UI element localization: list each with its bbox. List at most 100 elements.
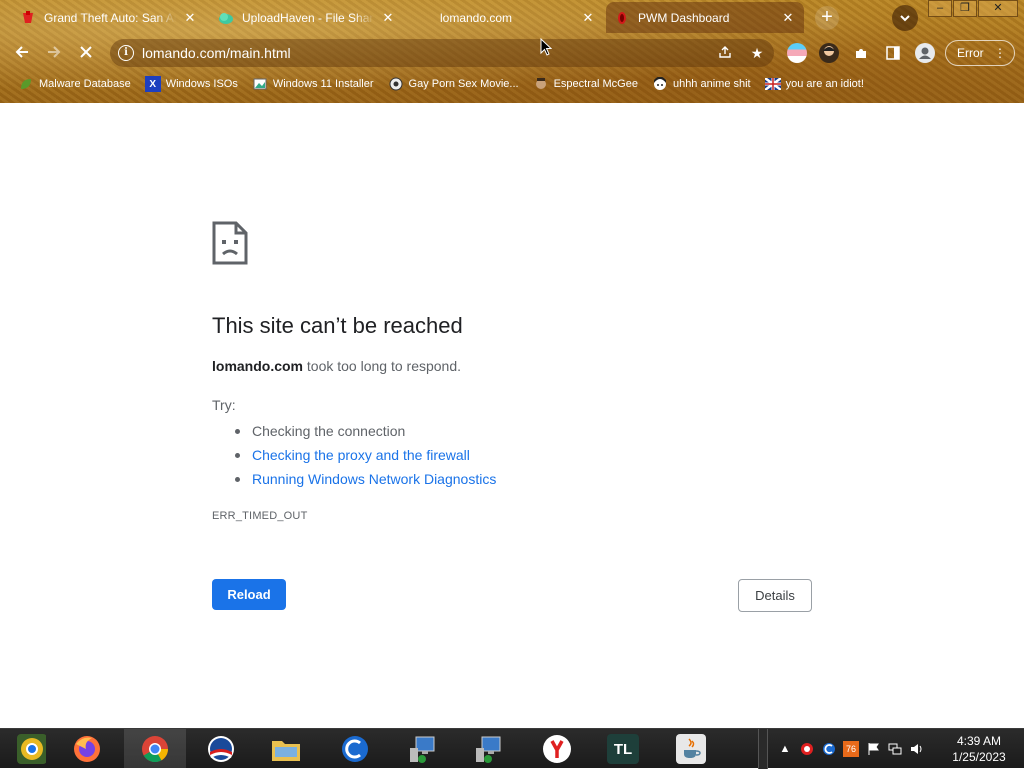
taskbar-chrome-canary[interactable] bbox=[0, 729, 62, 769]
flag-icon bbox=[764, 76, 781, 92]
address-bar[interactable]: i lomando.com/main.html ★ bbox=[110, 39, 774, 67]
back-button[interactable] bbox=[8, 38, 36, 66]
tray-app-icon[interactable] bbox=[799, 741, 815, 757]
pwm-favicon bbox=[614, 10, 630, 26]
bookmark-label: Gay Porn Sex Movie... bbox=[408, 78, 519, 90]
tab-search-button[interactable] bbox=[892, 5, 918, 31]
bookmark-you-are-an-idiot[interactable]: you are an idiot! bbox=[764, 76, 864, 92]
menu-dots-icon[interactable]: ⋮ bbox=[994, 41, 1006, 65]
bookmarks-bar: Malware Database X Windows ISOs Windows … bbox=[0, 72, 1024, 96]
error-description: lomando.com took too long to respond. bbox=[212, 358, 461, 374]
suggestion-check-connection: Checking the connection bbox=[232, 419, 496, 443]
share-icon[interactable] bbox=[716, 44, 734, 62]
taskbar-network-tool-1[interactable] bbox=[392, 729, 454, 769]
windows-taskbar: TL ▲ 76 4:39 AM 1/25/2023 bbox=[0, 728, 1024, 769]
tab-pwm-dashboard[interactable]: PWM Dashboard ✕ bbox=[606, 2, 804, 33]
suggestion-proxy-firewall-link[interactable]: Checking the proxy and the firewall bbox=[232, 443, 496, 467]
url-text[interactable]: lomando.com/main.html bbox=[142, 45, 291, 61]
yandex-icon bbox=[542, 734, 572, 764]
close-window-button[interactable]: ✕ bbox=[978, 0, 1018, 17]
tab-title: PWM Dashboard bbox=[638, 10, 730, 25]
error-page: This site can’t be reached lomando.com t… bbox=[0, 103, 1024, 728]
minimize-button[interactable]: – bbox=[928, 0, 952, 17]
clock-date: 1/25/2023 bbox=[952, 750, 1006, 764]
error-title: This site can’t be reached bbox=[212, 313, 463, 338]
side-panel-icon[interactable] bbox=[883, 43, 903, 63]
bookmark-star-icon[interactable]: ★ bbox=[748, 44, 766, 62]
chrome-icon bbox=[140, 734, 170, 764]
bookmark-label: uhhh anime shit bbox=[672, 78, 751, 90]
site-icon bbox=[388, 76, 404, 92]
bookmark-malware-database[interactable]: Malware Database bbox=[18, 76, 131, 92]
action-center-flag-icon[interactable] bbox=[865, 741, 881, 757]
error-message: took too long to respond. bbox=[303, 358, 462, 374]
anime-icon bbox=[652, 76, 668, 92]
taskbar-obama-app[interactable] bbox=[190, 729, 252, 769]
site-info-icon[interactable]: i bbox=[118, 45, 134, 61]
suggestion-network-diagnostics-link[interactable]: Running Windows Network Diagnostics bbox=[232, 467, 496, 491]
extensions-puzzle-icon[interactable] bbox=[851, 43, 871, 63]
loading-icon bbox=[416, 10, 432, 26]
profile-avatar-icon[interactable] bbox=[915, 43, 935, 63]
browser-toolbar: i lomando.com/main.html ★ Error ⋮ bbox=[0, 35, 1024, 69]
bookmark-site[interactable]: Gay Porn Sex Movie... bbox=[388, 76, 519, 92]
uploadhaven-favicon bbox=[218, 10, 234, 26]
bookmark-espectral-mcgee[interactable]: Espectral McGee bbox=[533, 76, 638, 92]
obama-logo-icon bbox=[206, 734, 236, 764]
tl-label: TL bbox=[613, 740, 633, 758]
bookmark-anime[interactable]: uhhh anime shit bbox=[652, 76, 751, 92]
bookmark-label: Windows ISOs bbox=[165, 78, 238, 90]
taskbar-scroll-divider[interactable] bbox=[758, 729, 768, 769]
taskbar-tl-app[interactable]: TL bbox=[592, 729, 654, 769]
suggestion-list: Checking the connection Checking the pro… bbox=[232, 419, 496, 491]
stop-loading-button[interactable] bbox=[72, 38, 100, 66]
close-icon[interactable]: ✕ bbox=[182, 10, 198, 26]
tab-gta[interactable]: Grand Theft Auto: San Andreas ✕ bbox=[12, 2, 206, 33]
mouse-cursor-icon bbox=[540, 37, 553, 56]
error-host: lomando.com bbox=[212, 358, 304, 374]
network-computer-icon bbox=[474, 734, 504, 764]
maximize-button[interactable]: ❐ bbox=[953, 0, 977, 17]
bookmark-windows-11-installer[interactable]: Windows 11 Installer bbox=[252, 76, 374, 92]
tray-expand-icon[interactable]: ▲ bbox=[777, 741, 793, 757]
details-button[interactable]: Details bbox=[738, 579, 812, 612]
folder-icon bbox=[270, 734, 300, 764]
avatar-extension-icon[interactable] bbox=[819, 43, 839, 63]
taskbar-java[interactable] bbox=[660, 729, 722, 769]
new-tab-button[interactable]: + bbox=[815, 6, 839, 30]
ccleaner-icon bbox=[340, 734, 370, 764]
taskbar-ccleaner[interactable] bbox=[324, 729, 386, 769]
trans-flag-extension-icon[interactable] bbox=[787, 43, 807, 63]
close-icon[interactable]: ✕ bbox=[380, 10, 396, 26]
java-icon bbox=[676, 734, 706, 764]
network-icon[interactable] bbox=[887, 741, 903, 757]
profile-error-button[interactable]: Error ⋮ bbox=[945, 40, 1015, 66]
taskbar-clock[interactable]: 4:39 AM 1/25/2023 bbox=[944, 733, 1014, 765]
tl-icon: TL bbox=[607, 734, 639, 764]
reload-button[interactable]: Reload bbox=[212, 579, 286, 610]
tray-ccleaner-icon[interactable] bbox=[821, 741, 837, 757]
forward-button[interactable] bbox=[40, 38, 68, 66]
character-icon bbox=[533, 76, 549, 92]
close-icon[interactable]: ✕ bbox=[780, 10, 796, 26]
taskbar-file-explorer[interactable] bbox=[254, 729, 316, 769]
taskbar-chrome[interactable] bbox=[124, 729, 186, 769]
taskbar-firefox[interactable] bbox=[56, 729, 118, 769]
close-icon[interactable]: ✕ bbox=[580, 10, 596, 26]
taskbar-network-tool-2[interactable] bbox=[458, 729, 520, 769]
volume-icon[interactable] bbox=[909, 741, 925, 757]
chrome-canary-icon bbox=[16, 734, 46, 764]
try-label: Try: bbox=[212, 397, 236, 413]
tab-lomando[interactable]: lomando.com ✕ bbox=[408, 2, 604, 33]
tray-badge-icon[interactable]: 76 bbox=[843, 741, 859, 757]
x-icon: X bbox=[144, 76, 161, 92]
bookmark-windows-isos[interactable]: X Windows ISOs bbox=[144, 76, 238, 92]
tab-title: Grand Theft Auto: San Andreas bbox=[44, 10, 176, 25]
image-icon bbox=[252, 76, 268, 92]
bookmark-label: Windows 11 Installer bbox=[272, 78, 374, 90]
leaf-icon bbox=[18, 76, 34, 92]
taskbar-yandex[interactable] bbox=[526, 729, 588, 769]
clock-time: 4:39 AM bbox=[956, 734, 1002, 748]
bookmark-label: you are an idiot! bbox=[785, 78, 864, 90]
tab-uploadhaven[interactable]: UploadHaven - File Sharing ✕ bbox=[210, 2, 404, 33]
